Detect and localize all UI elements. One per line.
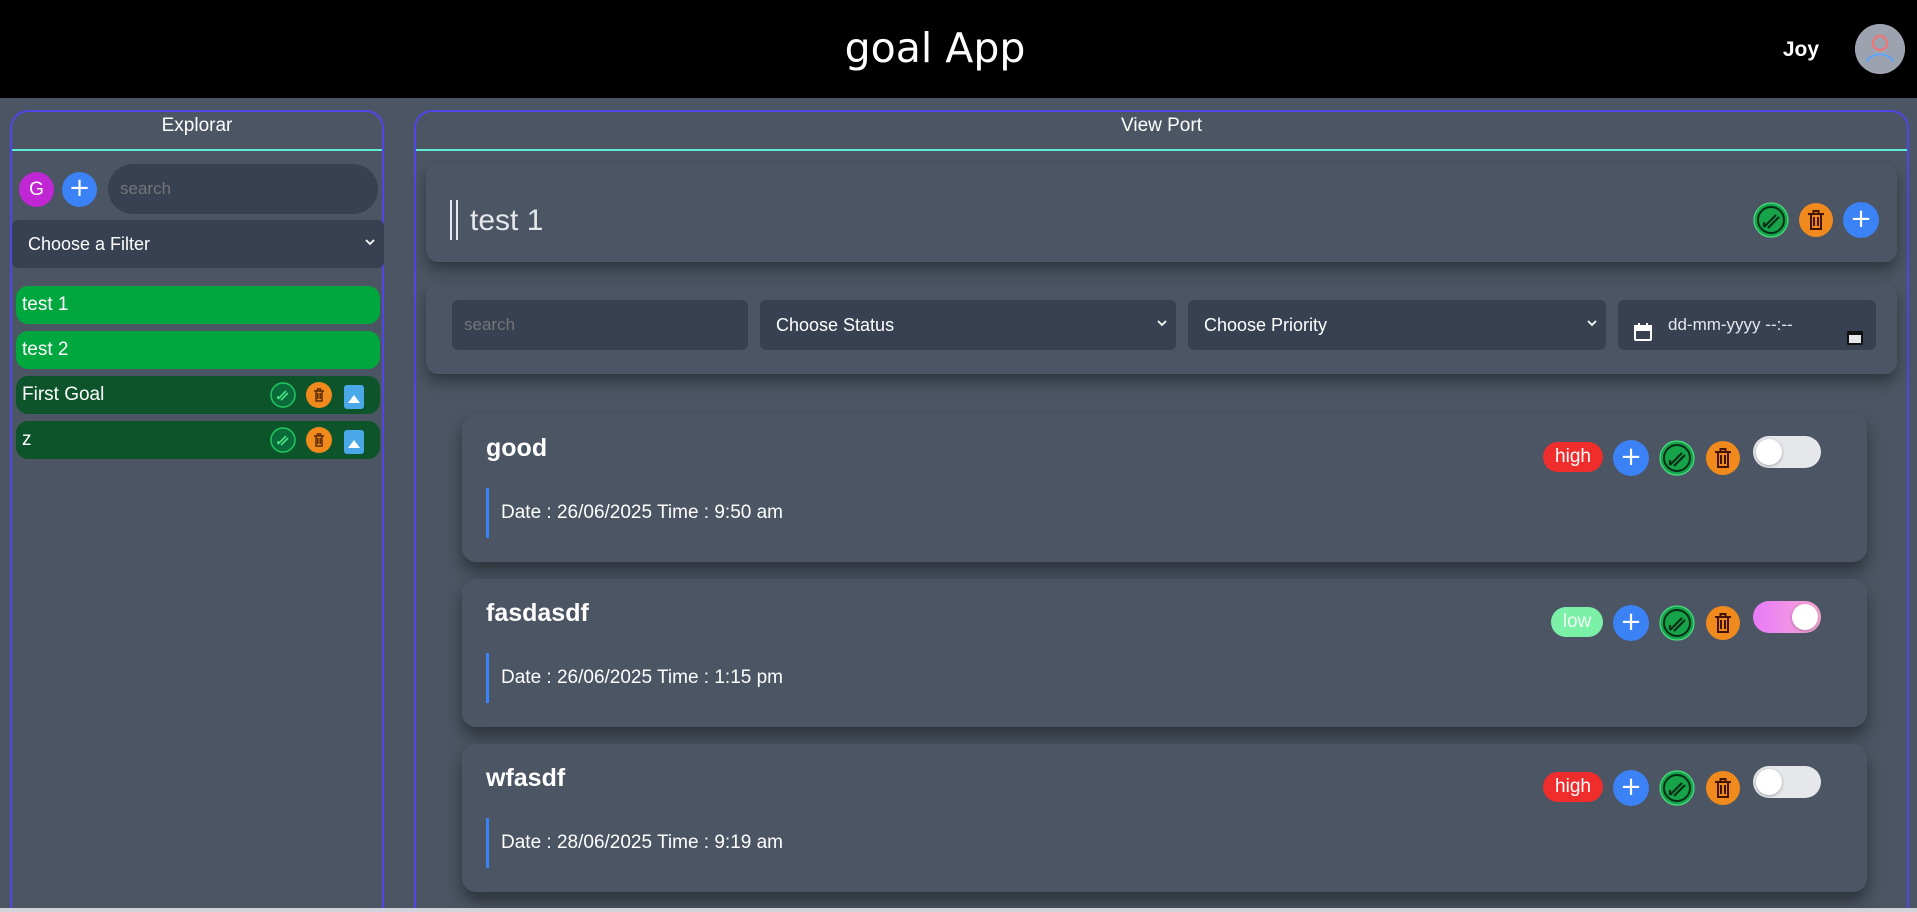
trash-icon[interactable]	[1705, 440, 1741, 480]
task-search-input[interactable]	[452, 300, 748, 350]
user-name[interactable]: Joy	[1783, 38, 1819, 62]
add-goal-button[interactable]: +	[62, 172, 97, 207]
goal-item[interactable]: z	[16, 421, 380, 459]
status-select-label: Choose Status	[776, 315, 895, 335]
goal-item[interactable]: First Goal	[16, 376, 380, 414]
task-actions: high +	[1543, 766, 1843, 806]
task-title: fasdasdf	[486, 599, 589, 627]
priority-select[interactable]: Choose Priority	[1188, 300, 1606, 350]
task-actions: low +	[1543, 601, 1843, 641]
edit-icon[interactable]	[1659, 440, 1695, 480]
priority-badge: high	[1543, 442, 1603, 472]
date-placeholder: dd-mm-yyyy --:--	[1668, 315, 1793, 334]
add-subtask-button[interactable]: +	[1613, 440, 1649, 476]
goal-item-label: test 2	[22, 339, 69, 360]
date-time-input[interactable]: dd-mm-yyyy --:--	[1618, 300, 1876, 350]
priority-badge: low	[1551, 607, 1603, 637]
task-title: good	[486, 434, 548, 462]
goal-header-actions: +	[1753, 202, 1883, 238]
window-bottom-edge	[0, 908, 1917, 912]
user-avatar-icon[interactable]	[1855, 24, 1905, 74]
task-card: good Date : 26/06/2025 Time : 9:50 am hi…	[462, 414, 1867, 562]
viewport-panel: View Port test 1 + Choose Status Choose …	[414, 110, 1909, 912]
trash-icon[interactable]	[306, 427, 332, 453]
trash-icon[interactable]	[1705, 605, 1741, 645]
goal-filter-label: Choose a Filter	[28, 234, 151, 254]
goal-item-label: z	[22, 429, 32, 450]
task-title: wfasdf	[486, 764, 566, 792]
goal-item-actions	[270, 382, 374, 409]
task-filter-row: Choose Status Choose Priority dd-mm-yyyy…	[426, 284, 1897, 374]
edit-icon[interactable]	[1659, 770, 1695, 810]
task-date: Date : 26/06/2025 Time : 1:15 pm	[486, 653, 783, 703]
task-card: fasdasdf Date : 26/06/2025 Time : 1:15 p…	[462, 579, 1867, 727]
arrow-up-icon[interactable]	[344, 430, 364, 454]
goal-header-card: test 1 +	[426, 164, 1897, 262]
task-date: Date : 26/06/2025 Time : 9:50 am	[486, 488, 783, 538]
goal-item-label: First Goal	[22, 384, 105, 405]
goal-item[interactable]: test 1	[16, 286, 380, 324]
calendar-picker-icon[interactable]	[1846, 316, 1864, 366]
priority-badge: high	[1543, 772, 1603, 802]
goal-filter-select[interactable]: Choose a Filter	[12, 220, 384, 268]
top-header: goal App Joy	[0, 0, 1917, 98]
trash-icon[interactable]	[1798, 202, 1834, 242]
viewport-title: View Port	[416, 112, 1907, 151]
app-title: goal App	[844, 24, 1026, 72]
explorer-panel: Explorar G + Choose a Filter test 1 test…	[10, 110, 384, 912]
trash-icon[interactable]	[1705, 770, 1741, 810]
priority-select-label: Choose Priority	[1204, 315, 1328, 335]
chevron-down-icon	[1586, 300, 1598, 350]
toggle-knob	[1792, 604, 1818, 630]
toggle-knob	[1756, 769, 1782, 795]
edit-icon[interactable]	[270, 382, 296, 408]
goal-item-label: test 1	[22, 294, 69, 315]
goal-item-actions	[270, 427, 374, 454]
calendar-icon	[1632, 313, 1654, 363]
task-complete-toggle[interactable]	[1753, 436, 1821, 468]
chevron-down-icon	[364, 220, 376, 268]
edit-icon[interactable]	[1753, 202, 1789, 242]
goal-title[interactable]: test 1	[470, 204, 543, 238]
trash-icon[interactable]	[306, 382, 332, 408]
explorer-toolbar: G +	[16, 164, 380, 216]
toggle-knob	[1756, 439, 1782, 465]
edit-icon[interactable]	[270, 427, 296, 453]
explorer-search-input[interactable]	[108, 164, 378, 214]
add-subtask-button[interactable]: +	[1613, 770, 1649, 806]
goal-avatar-button[interactable]: G	[19, 172, 54, 207]
task-complete-toggle[interactable]	[1753, 766, 1821, 798]
add-subtask-button[interactable]: +	[1613, 605, 1649, 641]
edit-icon[interactable]	[1659, 605, 1695, 645]
task-date: Date : 28/06/2025 Time : 9:19 am	[486, 818, 783, 868]
chevron-down-icon	[1156, 300, 1168, 350]
add-task-button[interactable]: +	[1843, 202, 1879, 238]
status-select[interactable]: Choose Status	[760, 300, 1176, 350]
text-cursor	[450, 200, 458, 240]
explorer-title: Explorar	[12, 112, 382, 151]
goal-item[interactable]: test 2	[16, 331, 380, 369]
task-actions: high +	[1543, 436, 1843, 476]
task-card: wfasdf Date : 28/06/2025 Time : 9:19 am …	[462, 744, 1867, 892]
arrow-up-icon[interactable]	[344, 385, 364, 409]
task-complete-toggle[interactable]	[1753, 601, 1821, 633]
